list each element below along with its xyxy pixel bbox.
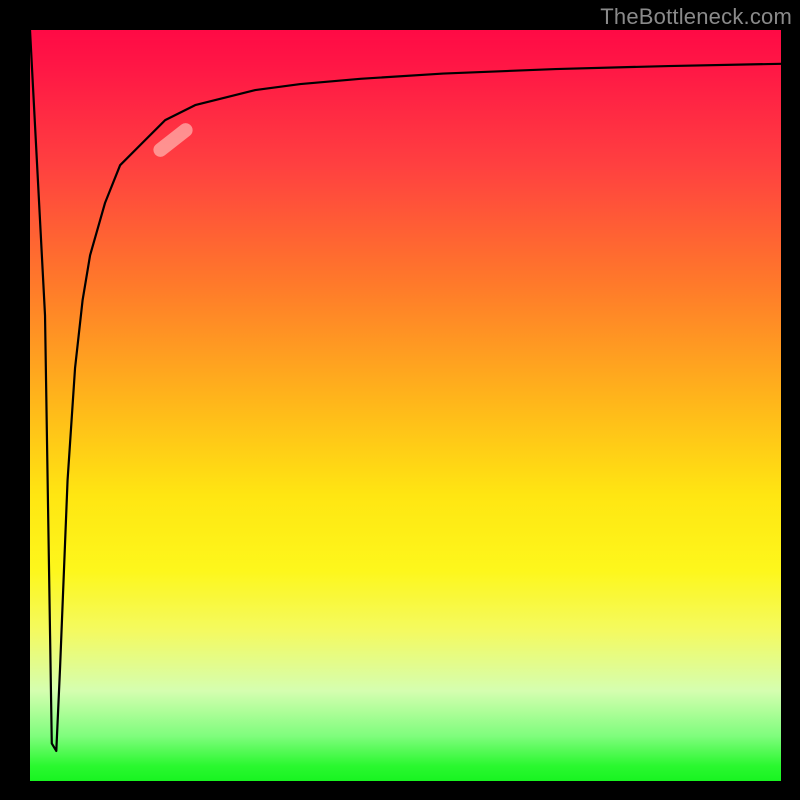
plot-area <box>30 30 781 781</box>
curve-svg <box>30 30 781 781</box>
watermark-label: TheBottleneck.com <box>600 4 792 30</box>
chart-frame: TheBottleneck.com <box>0 0 800 800</box>
bottleneck-curve <box>30 30 781 751</box>
